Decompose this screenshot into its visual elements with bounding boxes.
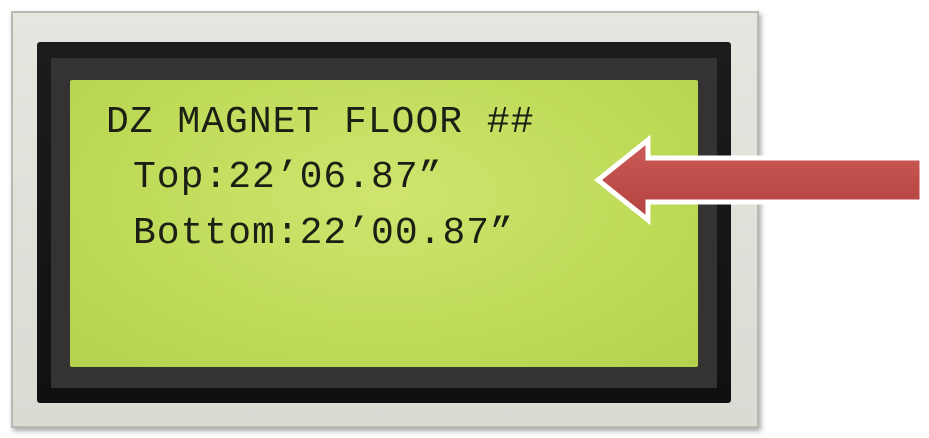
- left-arrow-icon: [593, 134, 925, 226]
- lcd-line-title: DZ MAGNET FLOOR ##: [106, 101, 535, 144]
- lcd-line-top: Top:22’06.87”: [133, 156, 443, 199]
- lcd-line-bottom: Bottom:22’00.87”: [133, 212, 514, 255]
